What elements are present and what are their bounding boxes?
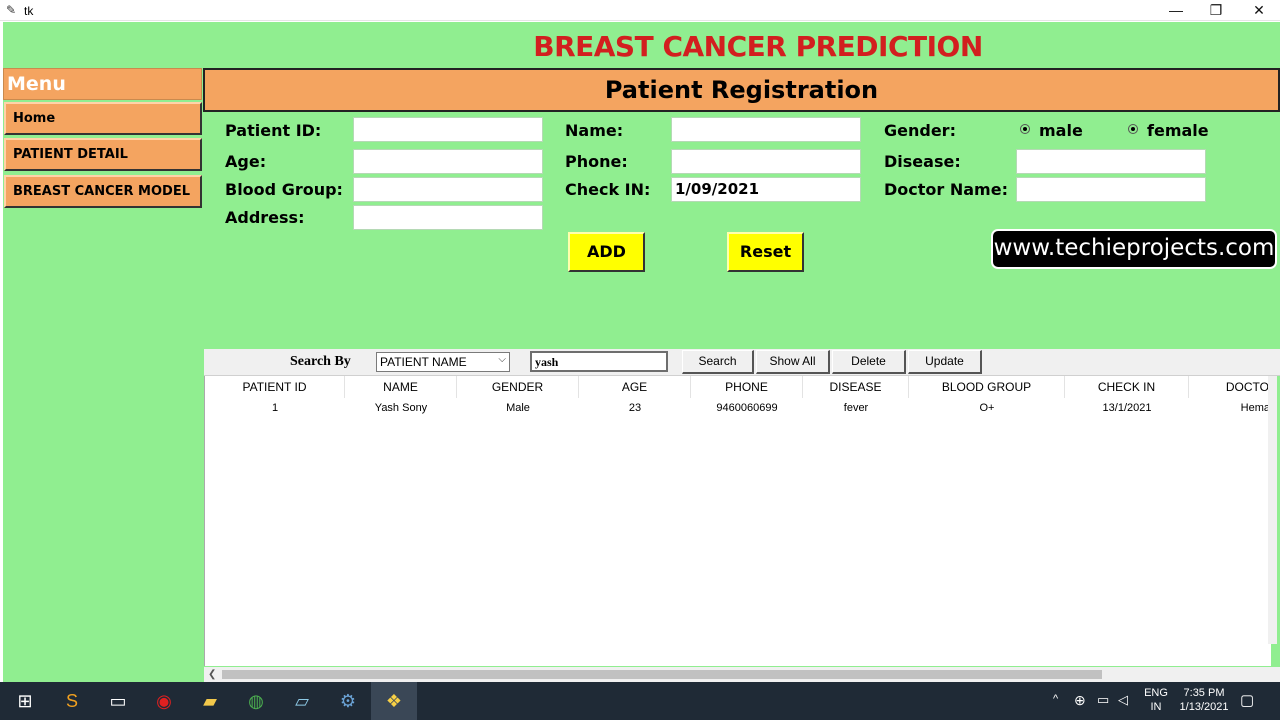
address-label: Address: — [225, 208, 305, 227]
cell-blood-group: O+ — [979, 402, 995, 414]
clock-date: 1/13/2021 — [1179, 701, 1229, 713]
blood-group-label: Blood Group: — [225, 180, 343, 199]
gender-label: Gender: — [884, 121, 956, 140]
battery-icon[interactable]: ▭ — [1097, 692, 1109, 708]
cell-phone: 9460060699 — [716, 402, 778, 414]
doctor-name-field[interactable] — [1016, 177, 1206, 202]
phone-label: Phone: — [565, 152, 628, 171]
column-header[interactable]: PHONE — [691, 376, 803, 398]
language-bottom: IN — [1150, 701, 1162, 713]
window-title: tk — [24, 4, 34, 18]
menu-patient-detail-button[interactable]: PATIENT DETAIL — [4, 138, 202, 171]
tray-expand-icon[interactable]: ^ — [1053, 693, 1058, 705]
cell-age: 23 — [628, 402, 642, 414]
check-in-label: Check IN: — [565, 180, 651, 199]
phone-field[interactable] — [671, 149, 861, 174]
sublime-text-icon[interactable]: S — [49, 682, 95, 720]
chevron-down-icon: ⌵ — [498, 354, 506, 365]
menu-header: Menu — [3, 68, 202, 100]
column-header[interactable]: BLOOD GROUP — [909, 376, 1065, 398]
clock[interactable]: 7:35 PM 1/13/2021 — [1172, 686, 1236, 714]
gender-female-radio[interactable] — [1128, 124, 1138, 134]
network-icon[interactable]: ⊕ — [1074, 692, 1086, 709]
scroll-left-icon[interactable]: ❮ — [208, 667, 216, 682]
tk-feather-icon: ✎ — [6, 3, 17, 17]
cell-gender: Male — [506, 402, 530, 414]
python-idle-icon[interactable]: ⚙ — [325, 682, 371, 720]
add-button[interactable]: ADD — [568, 232, 645, 272]
search-input[interactable]: yash — [530, 351, 668, 372]
column-header[interactable]: DOCTO — [1189, 376, 1272, 398]
windows-start-icon[interactable]: ⊞ — [2, 682, 48, 720]
registration-header: Patient Registration — [203, 68, 1280, 112]
column-header[interactable]: DISEASE — [803, 376, 909, 398]
menu-title: Menu — [7, 73, 66, 95]
disease-field[interactable] — [1016, 149, 1206, 174]
cell-name: Yash Sony — [374, 402, 428, 414]
disease-label: Disease: — [884, 152, 961, 171]
column-header[interactable]: AGE — [579, 376, 691, 398]
language-top: ENG — [1144, 687, 1168, 699]
patient-id-field[interactable] — [353, 117, 543, 142]
python-app-icon[interactable]: ❖ — [371, 682, 417, 720]
cell-doctor: Hema — [1240, 402, 1270, 414]
age-label: Age: — [225, 152, 267, 171]
notepad-icon[interactable]: ▱ — [279, 682, 325, 720]
check-in-field[interactable]: 1/09/2021 — [671, 177, 861, 202]
app-window: BREAST CANCER PREDICTION Menu Home PATIE… — [3, 22, 1280, 682]
search-button[interactable]: Search — [682, 350, 754, 374]
terminal-icon[interactable]: ▭ — [95, 682, 141, 720]
record-icon[interactable]: ◉ — [141, 682, 187, 720]
search-by-selected: PATIENT NAME — [380, 355, 467, 369]
patient-id-label: Patient ID: — [225, 121, 322, 140]
watermark-banner: www.techieprojects.com — [991, 229, 1277, 269]
windows-taskbar: ⊞ S ▭ ◉ ▰ ◍ ▱ ⚙ ❖ ^ ⊕ ▭ ◁ ENG IN 7:35 PM… — [0, 682, 1280, 720]
menu-home-button[interactable]: Home — [4, 102, 202, 135]
name-field[interactable] — [671, 117, 861, 142]
delete-button[interactable]: Delete — [832, 350, 906, 374]
column-header[interactable]: PATIENT ID — [205, 376, 345, 398]
column-header[interactable]: CHECK IN — [1065, 376, 1189, 398]
cell-patient-id: 1 — [271, 402, 279, 414]
registration-title: Patient Registration — [604, 76, 879, 104]
search-by-label: Search By — [290, 354, 351, 369]
cell-disease: fever — [843, 402, 869, 414]
table-row[interactable]: 1 Yash Sony Male 23 9460060699 fever O+ … — [205, 398, 1272, 419]
cell-check-in: 13/1/2021 — [1102, 402, 1152, 414]
clock-time: 7:35 PM — [1183, 687, 1225, 699]
scroll-thumb[interactable] — [222, 670, 1102, 679]
search-toolbar: Search By PATIENT NAME ⌵ yash Search Sho… — [204, 349, 1280, 376]
menu-breast-cancer-model-button[interactable]: BREAST CANCER MODEL — [4, 175, 202, 208]
close-icon[interactable]: ✕ — [1236, 0, 1280, 21]
notifications-icon[interactable]: ▢ — [1240, 691, 1254, 709]
age-field[interactable] — [353, 149, 543, 174]
app-heading: BREAST CANCER PREDICTION — [533, 30, 983, 63]
reset-button[interactable]: Reset — [727, 232, 804, 272]
column-header[interactable]: GENDER — [457, 376, 579, 398]
gender-male-label[interactable]: male — [1039, 121, 1083, 140]
window-titlebar: ✎ tk — ❐ ✕ — [0, 0, 1280, 21]
restore-icon[interactable]: ❐ — [1193, 0, 1239, 21]
vertical-scrollbar[interactable] — [1268, 376, 1277, 644]
horizontal-scrollbar[interactable]: ❮ — [204, 667, 1280, 682]
show-all-button[interactable]: Show All — [756, 350, 830, 374]
search-by-dropdown[interactable]: PATIENT NAME ⌵ — [376, 352, 510, 372]
blood-group-field[interactable] — [353, 177, 543, 202]
gender-female-label[interactable]: female — [1147, 121, 1209, 140]
table-header: PATIENT ID NAME GENDER AGE PHONE DISEASE… — [205, 376, 1272, 398]
chrome-icon[interactable]: ◍ — [233, 682, 279, 720]
language-indicator[interactable]: ENG IN — [1141, 686, 1171, 714]
patient-table: PATIENT ID NAME GENDER AGE PHONE DISEASE… — [204, 376, 1272, 666]
file-explorer-icon[interactable]: ▰ — [187, 682, 233, 720]
address-field[interactable] — [353, 205, 543, 230]
gender-male-radio[interactable] — [1020, 124, 1030, 134]
name-label: Name: — [565, 121, 624, 140]
volume-icon[interactable]: ◁ — [1118, 692, 1128, 708]
column-header[interactable]: NAME — [345, 376, 457, 398]
update-button[interactable]: Update — [908, 350, 982, 374]
doctor-name-label: Doctor Name: — [884, 180, 1008, 199]
